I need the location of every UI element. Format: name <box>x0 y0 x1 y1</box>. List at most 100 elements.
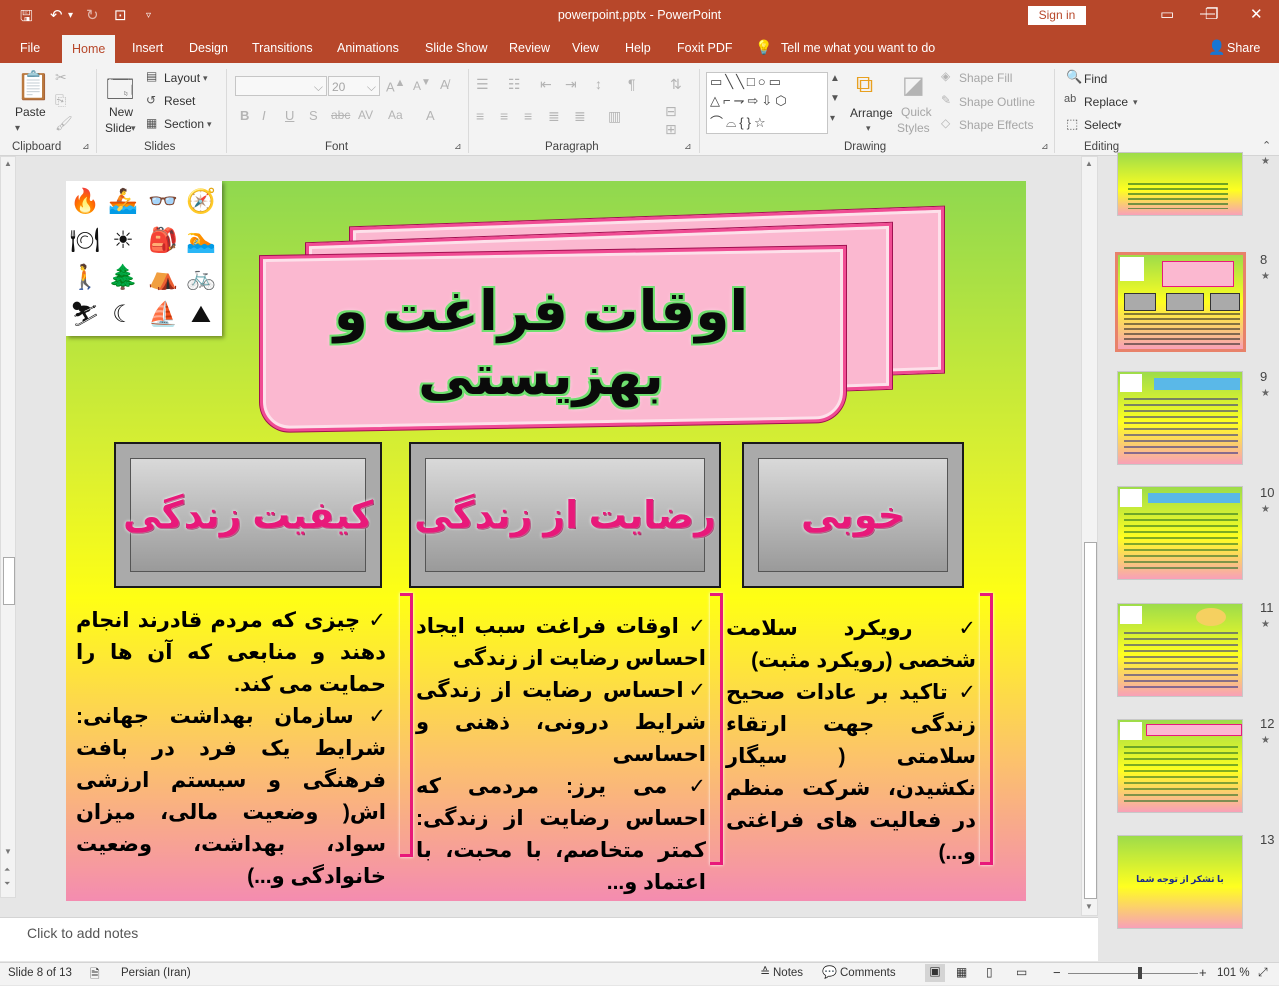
slide-title[interactable]: اوقات فراغت و بهزیستی <box>260 279 822 407</box>
language-indicator[interactable]: Persian (Iran) <box>121 967 191 979</box>
sign-in-button[interactable]: Sign in <box>1028 6 1086 25</box>
shapes-row-1-icon[interactable]: ▭╲╲□○▭ <box>710 74 784 90</box>
align-left-icon[interactable]: ≡ <box>476 108 484 124</box>
quick-styles-label-1[interactable]: Quick <box>901 105 932 119</box>
scroll-thumb[interactable] <box>3 557 15 605</box>
notes-toggle[interactable]: Notes <box>773 967 803 979</box>
slide-counter[interactable]: Slide 8 of 13 <box>8 967 72 979</box>
previous-slide-icon[interactable]: ⏶ <box>4 865 10 875</box>
font-name-combo[interactable]: ⌵ <box>235 76 327 96</box>
share-person-icon[interactable]: 👤 <box>1208 39 1225 56</box>
tab-design[interactable]: Design <box>189 41 228 55</box>
zoom-slider-thumb[interactable] <box>1138 967 1142 979</box>
fit-to-window-icon[interactable]: ⤢ <box>1258 965 1268 980</box>
tab-foxit-pdf[interactable]: Foxit PDF <box>677 41 733 55</box>
shape-effects-button[interactable]: Shape Effects <box>959 118 1034 132</box>
tab-home[interactable]: Home <box>62 35 116 63</box>
underline-icon[interactable]: U <box>285 108 294 123</box>
new-slide-label-1[interactable]: New <box>109 105 133 119</box>
paste-dropdown-icon[interactable]: ▾ <box>15 123 20 134</box>
thumbnail-slide-10[interactable] <box>1117 486 1243 580</box>
zoom-level[interactable]: 101 % <box>1217 967 1250 979</box>
tab-review[interactable]: Review <box>509 41 550 55</box>
quality-of-life-textbox[interactable]: ✓ چیزی که مردم قادرند انجام دهند و منابع… <box>76 605 386 893</box>
tab-animations[interactable]: Animations <box>337 41 399 55</box>
thumbnail-slide-12[interactable] <box>1117 719 1243 813</box>
scroll-down-icon[interactable]: ▼ <box>4 847 12 856</box>
reset-icon[interactable]: ↺ <box>146 93 156 107</box>
shapes-row-2-icon[interactable]: △⌐⇁⇨⇩⬡ <box>710 93 790 109</box>
clear-formatting-icon[interactable]: A̸ <box>440 77 449 92</box>
arrange-button[interactable]: Arrange <box>850 106 893 120</box>
scroll-up-icon[interactable]: ▲ <box>1085 159 1093 168</box>
format-painter-icon[interactable]: 🖌 <box>55 115 73 132</box>
shapes-gallery[interactable]: ▭╲╲□○▭ △⌐⇁⇨⇩⬡ ⌒⌓{}☆ <box>706 72 828 134</box>
justify-icon[interactable]: ≣ <box>548 108 560 125</box>
text-shadow-icon[interactable]: S <box>309 108 318 123</box>
tab-help[interactable]: Help <box>625 41 651 55</box>
clipboard-launcher-icon[interactable]: ⊿ <box>82 141 90 152</box>
line-spacing-icon[interactable]: ↕ <box>595 76 602 92</box>
tell-me-search[interactable]: Tell me what you want to do <box>781 41 935 55</box>
find-button[interactable]: Find <box>1084 72 1107 86</box>
tab-view[interactable]: View <box>572 41 599 55</box>
shape-outline-button[interactable]: Shape Outline <box>959 95 1035 109</box>
wellness-box[interactable]: خوبی <box>742 442 964 588</box>
share-button[interactable]: Share <box>1227 41 1260 55</box>
normal-view-icon[interactable]: ▣ <box>925 964 945 982</box>
gallery-scroll-down-icon[interactable]: ▼ <box>830 93 840 104</box>
drawing-launcher-icon[interactable]: ⊿ <box>1041 141 1049 152</box>
copy-icon[interactable]: ⎘ <box>55 92 66 109</box>
cut-icon[interactable]: ✂ <box>55 69 67 86</box>
right-vertical-scrollbar[interactable]: ▲ ▼ <box>1081 156 1098 916</box>
columns-icon[interactable]: ▥ <box>608 108 621 125</box>
align-text-icon[interactable]: ⊟ <box>665 103 677 120</box>
notes-icon[interactable]: ≙ <box>760 965 770 979</box>
comments-toggle[interactable]: Comments <box>840 967 896 979</box>
layout-button[interactable]: Layout <box>164 71 200 85</box>
layout-icon[interactable]: ▤ <box>146 69 157 83</box>
shape-effects-icon[interactable]: ◇ <box>941 116 950 130</box>
collapse-ribbon-icon[interactable]: ⌃ <box>1262 139 1271 152</box>
section-dropdown-icon[interactable]: ▾ <box>207 119 212 130</box>
thumbnail-slide-7[interactable] <box>1117 152 1243 216</box>
arrange-icon[interactable]: ⧉ <box>856 71 873 99</box>
quality-of-life-box[interactable]: کیفیت زندگی <box>114 442 382 588</box>
life-satisfaction-box[interactable]: رضایت از زندگی <box>409 442 721 588</box>
replace-button[interactable]: Replace <box>1084 95 1128 109</box>
quick-styles-label-2[interactable]: Styles <box>897 121 930 135</box>
strikethrough-icon[interactable]: abc <box>331 108 350 122</box>
quick-styles-icon[interactable]: ◪ <box>902 71 925 100</box>
zoom-slider-track[interactable] <box>1068 973 1198 974</box>
decrease-font-icon[interactable]: A▼ <box>413 77 431 93</box>
replace-dropdown-icon[interactable]: ▾ <box>1133 97 1138 108</box>
select-button[interactable]: Select <box>1084 118 1117 132</box>
left-vertical-scrollbar[interactable]: ▲ ▼ ⏶ ⏷ <box>0 156 16 898</box>
wellness-textbox[interactable]: ✓ رویکرد سلامت شخصی (رویکرد مثبت) ✓ تاکی… <box>726 613 976 869</box>
thumbnail-slide-9[interactable] <box>1117 371 1243 465</box>
thumbnail-slide-13[interactable]: با تشکر از توجه شما <box>1117 835 1243 929</box>
paste-icon[interactable]: 📋 <box>16 69 51 102</box>
arrange-dropdown-icon[interactable]: ▾ <box>866 123 871 134</box>
section-icon[interactable]: ▦ <box>146 116 157 130</box>
italic-icon[interactable]: I <box>262 108 266 123</box>
tab-insert[interactable]: Insert <box>132 41 163 55</box>
distributed-icon[interactable]: ≣ <box>574 108 586 125</box>
replace-icon[interactable]: ab <box>1064 93 1076 105</box>
slide-show-icon[interactable]: ▭ <box>1016 965 1027 979</box>
select-icon[interactable]: ⬚ <box>1066 116 1078 132</box>
notes-placeholder[interactable]: Click to add notes <box>27 925 138 941</box>
font-size-combo[interactable]: 20 ⌵ <box>328 76 380 96</box>
slide-thumbnails-pane[interactable]: ★ 8 ★ 9 ★ 10 ★ 11 ★ 12 ★ با تشکر از توجه… <box>1098 152 1279 962</box>
scroll-up-icon[interactable]: ▲ <box>4 159 12 168</box>
tab-transitions[interactable]: Transitions <box>252 41 313 55</box>
tab-slide-show[interactable]: Slide Show <box>425 41 488 55</box>
gallery-more-icon[interactable]: ▾ <box>830 113 835 124</box>
slide-canvas[interactable]: 🔥 🚣 👓 🧭 🍽 ☀ 🎒 🏊 🚶 🌲 ⛺ 🚲 ⛷ ☾ ⛵ ⛰ اوقات فر… <box>66 181 1026 901</box>
bold-icon[interactable]: B <box>240 108 249 123</box>
character-spacing-icon[interactable]: AV <box>358 108 373 122</box>
select-dropdown-icon[interactable]: ▾ <box>1117 120 1122 131</box>
text-direction-icon[interactable]: ⇅ <box>670 76 682 93</box>
new-slide-label-2[interactable]: Slide <box>105 121 132 135</box>
scroll-down-icon[interactable]: ▼ <box>1085 902 1093 911</box>
